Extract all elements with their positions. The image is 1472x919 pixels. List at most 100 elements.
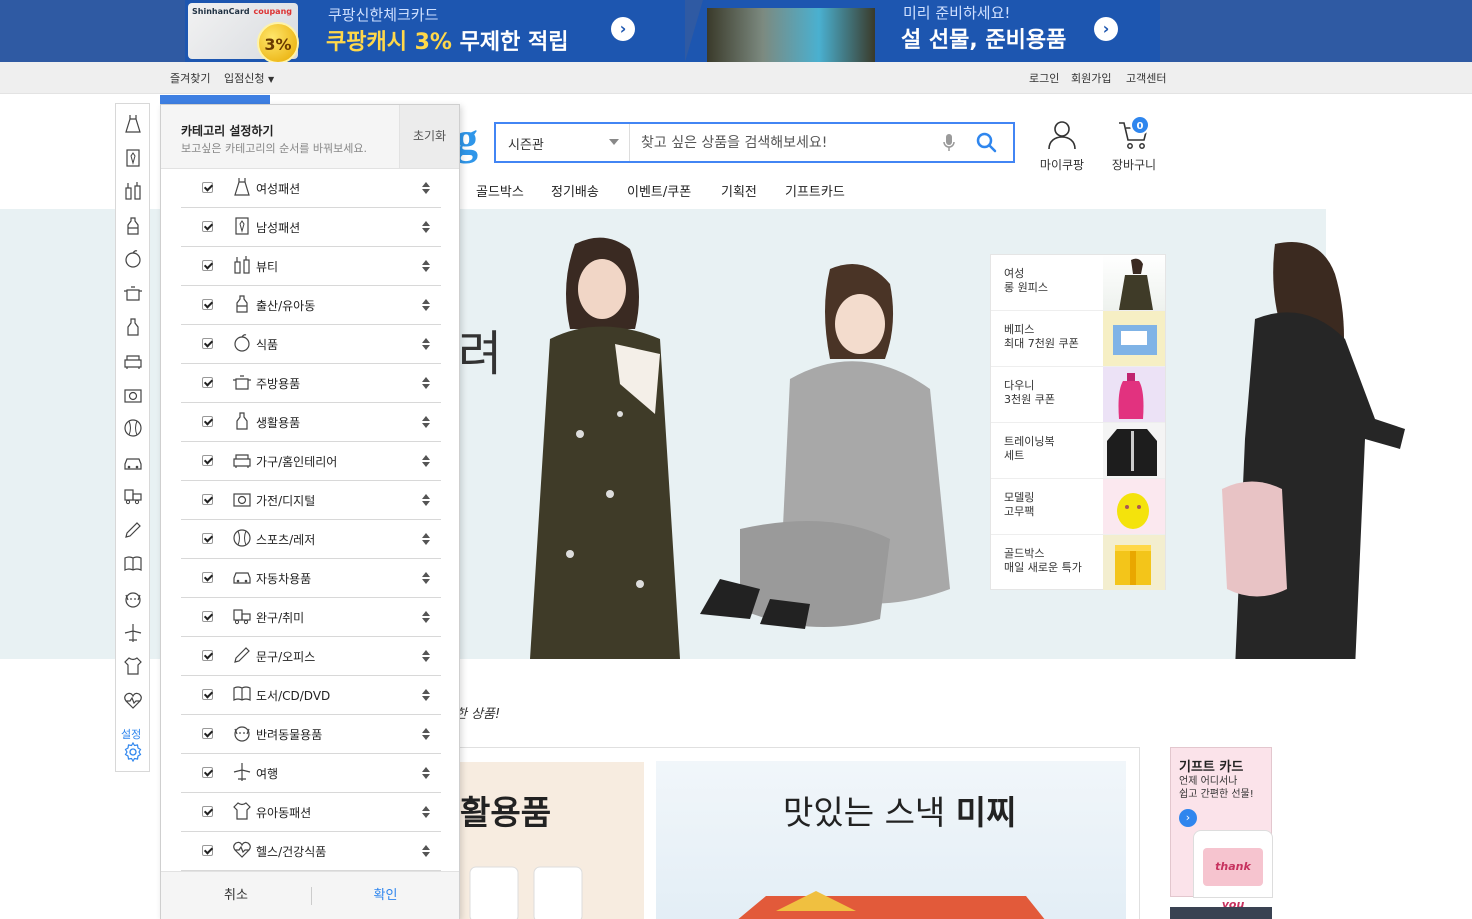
shinhan-card-banner[interactable]: ShinhanCard coupang 3% 쿠팡신한체크카드 쿠팡캐시 3% … <box>185 0 685 64</box>
gnb-events-coupons[interactable]: 이벤트/쿠폰 <box>627 181 691 200</box>
category-order-row[interactable]: 출산/유아동 <box>181 286 441 325</box>
gnb-specials[interactable]: 기획전 <box>721 181 757 200</box>
customer-center-link[interactable]: 고객센터 <box>1126 70 1166 86</box>
gift-card-banner[interactable]: 기프트 카드 언제 어디서나 쉽고 간편한 선물! › thank you <box>1170 747 1273 911</box>
chevron-right-icon[interactable]: › <box>1094 17 1118 41</box>
category-checkbox[interactable] <box>202 338 213 349</box>
reorder-handle-icon[interactable] <box>421 726 431 742</box>
gnb-goldbox[interactable]: 골드박스 <box>476 181 524 200</box>
category-checkbox[interactable] <box>202 533 213 544</box>
pencil-icon[interactable] <box>123 520 143 540</box>
promo-item[interactable]: 모델링 고무팩 <box>991 479 1165 535</box>
promo-item[interactable]: 골드박스 매일 새로운 특가 <box>991 535 1165 591</box>
category-order-row[interactable]: 여행 <box>181 754 441 793</box>
airplane-icon[interactable] <box>123 623 143 643</box>
category-checkbox[interactable] <box>202 767 213 778</box>
category-order-row[interactable]: 가구/홈인테리어 <box>181 442 441 481</box>
category-order-row[interactable]: 자동차용품 <box>181 559 441 598</box>
category-order-row[interactable]: 남성패션 <box>181 208 441 247</box>
dog-icon[interactable] <box>123 589 143 609</box>
search-icon[interactable] <box>976 132 997 153</box>
confirm-button[interactable]: 확인 <box>312 872 459 919</box>
toy-truck-icon[interactable] <box>123 486 143 506</box>
signup-link[interactable]: 회원가입 <box>1071 70 1111 86</box>
apple-icon[interactable] <box>123 249 143 269</box>
category-checkbox[interactable] <box>202 845 213 856</box>
detergent-bottle-icon[interactable] <box>123 317 143 337</box>
category-checkbox[interactable] <box>202 182 213 193</box>
category-checkbox[interactable] <box>202 299 213 310</box>
reorder-handle-icon[interactable] <box>421 180 431 196</box>
category-order-row[interactable]: 식품 <box>181 325 441 364</box>
baby-clothes-icon[interactable] <box>123 656 143 676</box>
chevron-right-icon[interactable]: › <box>1179 809 1197 827</box>
category-checkbox[interactable] <box>202 377 213 388</box>
bookmark-link[interactable]: 즐겨찾기 <box>170 70 210 86</box>
category-checkbox[interactable] <box>202 650 213 661</box>
reorder-handle-icon[interactable] <box>421 609 431 625</box>
baseball-icon[interactable] <box>123 418 143 438</box>
search-category-select[interactable]: 시즌관 <box>496 124 630 161</box>
reset-button[interactable]: 초기화 <box>399 105 459 168</box>
category-order-row[interactable]: 여성패션 <box>181 169 441 208</box>
category-checkbox[interactable] <box>202 806 213 817</box>
promo-item[interactable]: 베피스 최대 7천원 쿠폰 <box>991 311 1165 367</box>
reorder-handle-icon[interactable] <box>421 258 431 274</box>
chevron-right-icon[interactable]: › <box>611 17 635 41</box>
reorder-handle-icon[interactable] <box>421 843 431 859</box>
reorder-handle-icon[interactable] <box>421 336 431 352</box>
category-order-row[interactable]: 반려동물용품 <box>181 715 441 754</box>
reorder-handle-icon[interactable] <box>421 687 431 703</box>
category-order-row[interactable]: 주방용품 <box>181 364 441 403</box>
car-icon[interactable] <box>123 453 143 473</box>
category-order-row[interactable]: 문구/오피스 <box>181 637 441 676</box>
cancel-button[interactable]: 취소 <box>161 872 311 919</box>
gift-set-banner[interactable]: 미리 준비하세요! 설 선물, 준비용품 › <box>685 0 1160 62</box>
category-order-row[interactable]: 완구/취미 <box>181 598 441 637</box>
category-checkbox[interactable] <box>202 728 213 739</box>
category-order-row[interactable]: 헬스/건강식품 <box>181 832 441 871</box>
category-order-row[interactable]: 도서/CD/DVD <box>181 676 441 715</box>
reorder-handle-icon[interactable] <box>421 648 431 664</box>
reorder-handle-icon[interactable] <box>421 804 431 820</box>
category-order-row[interactable]: 스포츠/레저 <box>181 520 441 559</box>
book-icon[interactable] <box>123 554 143 574</box>
pot-icon[interactable] <box>123 283 143 303</box>
seller-apply-link[interactable]: 입점신청 ▼ <box>224 70 274 86</box>
reorder-handle-icon[interactable] <box>421 531 431 547</box>
reorder-handle-icon[interactable] <box>421 219 431 235</box>
category-order-row[interactable]: 뷰티 <box>181 247 441 286</box>
category-order-row[interactable]: 생활용품 <box>181 403 441 442</box>
camera-icon[interactable] <box>123 385 143 405</box>
category-order-row[interactable]: 유아동패션 <box>181 793 441 832</box>
category-checkbox[interactable] <box>202 416 213 427</box>
reorder-handle-icon[interactable] <box>421 375 431 391</box>
reorder-handle-icon[interactable] <box>421 414 431 430</box>
category-order-row[interactable]: 가전/디지털 <box>181 481 441 520</box>
category-checkbox[interactable] <box>202 221 213 232</box>
reorder-handle-icon[interactable] <box>421 570 431 586</box>
category-checkbox[interactable] <box>202 455 213 466</box>
baby-bottle-icon[interactable] <box>123 216 143 236</box>
promo-item[interactable]: 트레이닝복 세트 <box>991 423 1165 479</box>
category-checkbox[interactable] <box>202 611 213 622</box>
mycoupang-button[interactable]: 마이쿠팡 <box>1036 120 1088 173</box>
category-checkbox[interactable] <box>202 572 213 583</box>
settings-label[interactable]: 설정 <box>121 726 141 742</box>
login-link[interactable]: 로그인 <box>1029 70 1059 86</box>
cosmetics-icon[interactable] <box>123 181 143 201</box>
gnb-giftcard[interactable]: 기프트카드 <box>785 181 845 200</box>
category-checkbox[interactable] <box>202 260 213 271</box>
reorder-handle-icon[interactable] <box>421 492 431 508</box>
reorder-handle-icon[interactable] <box>421 297 431 313</box>
reorder-handle-icon[interactable] <box>421 453 431 469</box>
category-checkbox[interactable] <box>202 689 213 700</box>
category-checkbox[interactable] <box>202 494 213 505</box>
search-input[interactable] <box>631 124 931 161</box>
heartbeat-icon[interactable] <box>123 691 143 711</box>
microphone-icon[interactable] <box>943 134 955 152</box>
snack-banner[interactable] <box>656 761 1126 919</box>
dress-icon[interactable] <box>123 114 143 134</box>
gnb-subscription[interactable]: 정기배송 <box>551 181 599 200</box>
promo-item[interactable]: 다우니 3천원 쿠폰 <box>991 367 1165 423</box>
